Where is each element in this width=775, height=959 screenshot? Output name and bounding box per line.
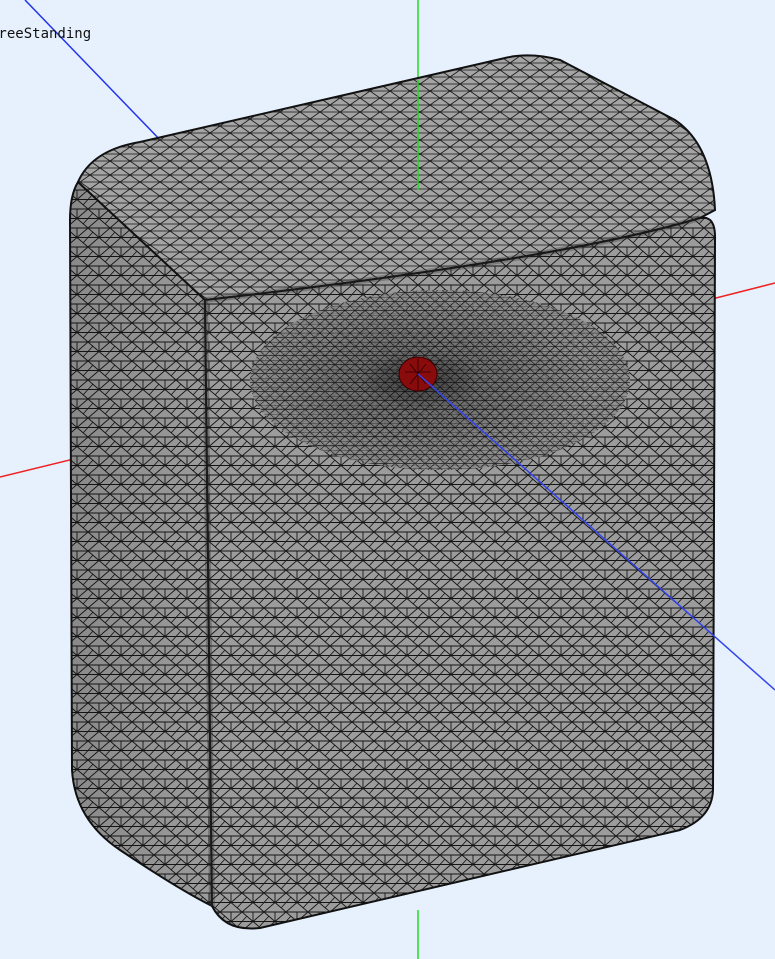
- mesh-scene[interactable]: [0, 0, 775, 959]
- z-axis-line-back: [24, 0, 166, 146]
- 3d-viewport[interactable]: FreeStanding: [0, 0, 775, 959]
- mesh-body[interactable]: [68, 54, 717, 930]
- x-axis-line-right: [711, 282, 775, 300]
- model-name-label: FreeStanding: [0, 26, 92, 42]
